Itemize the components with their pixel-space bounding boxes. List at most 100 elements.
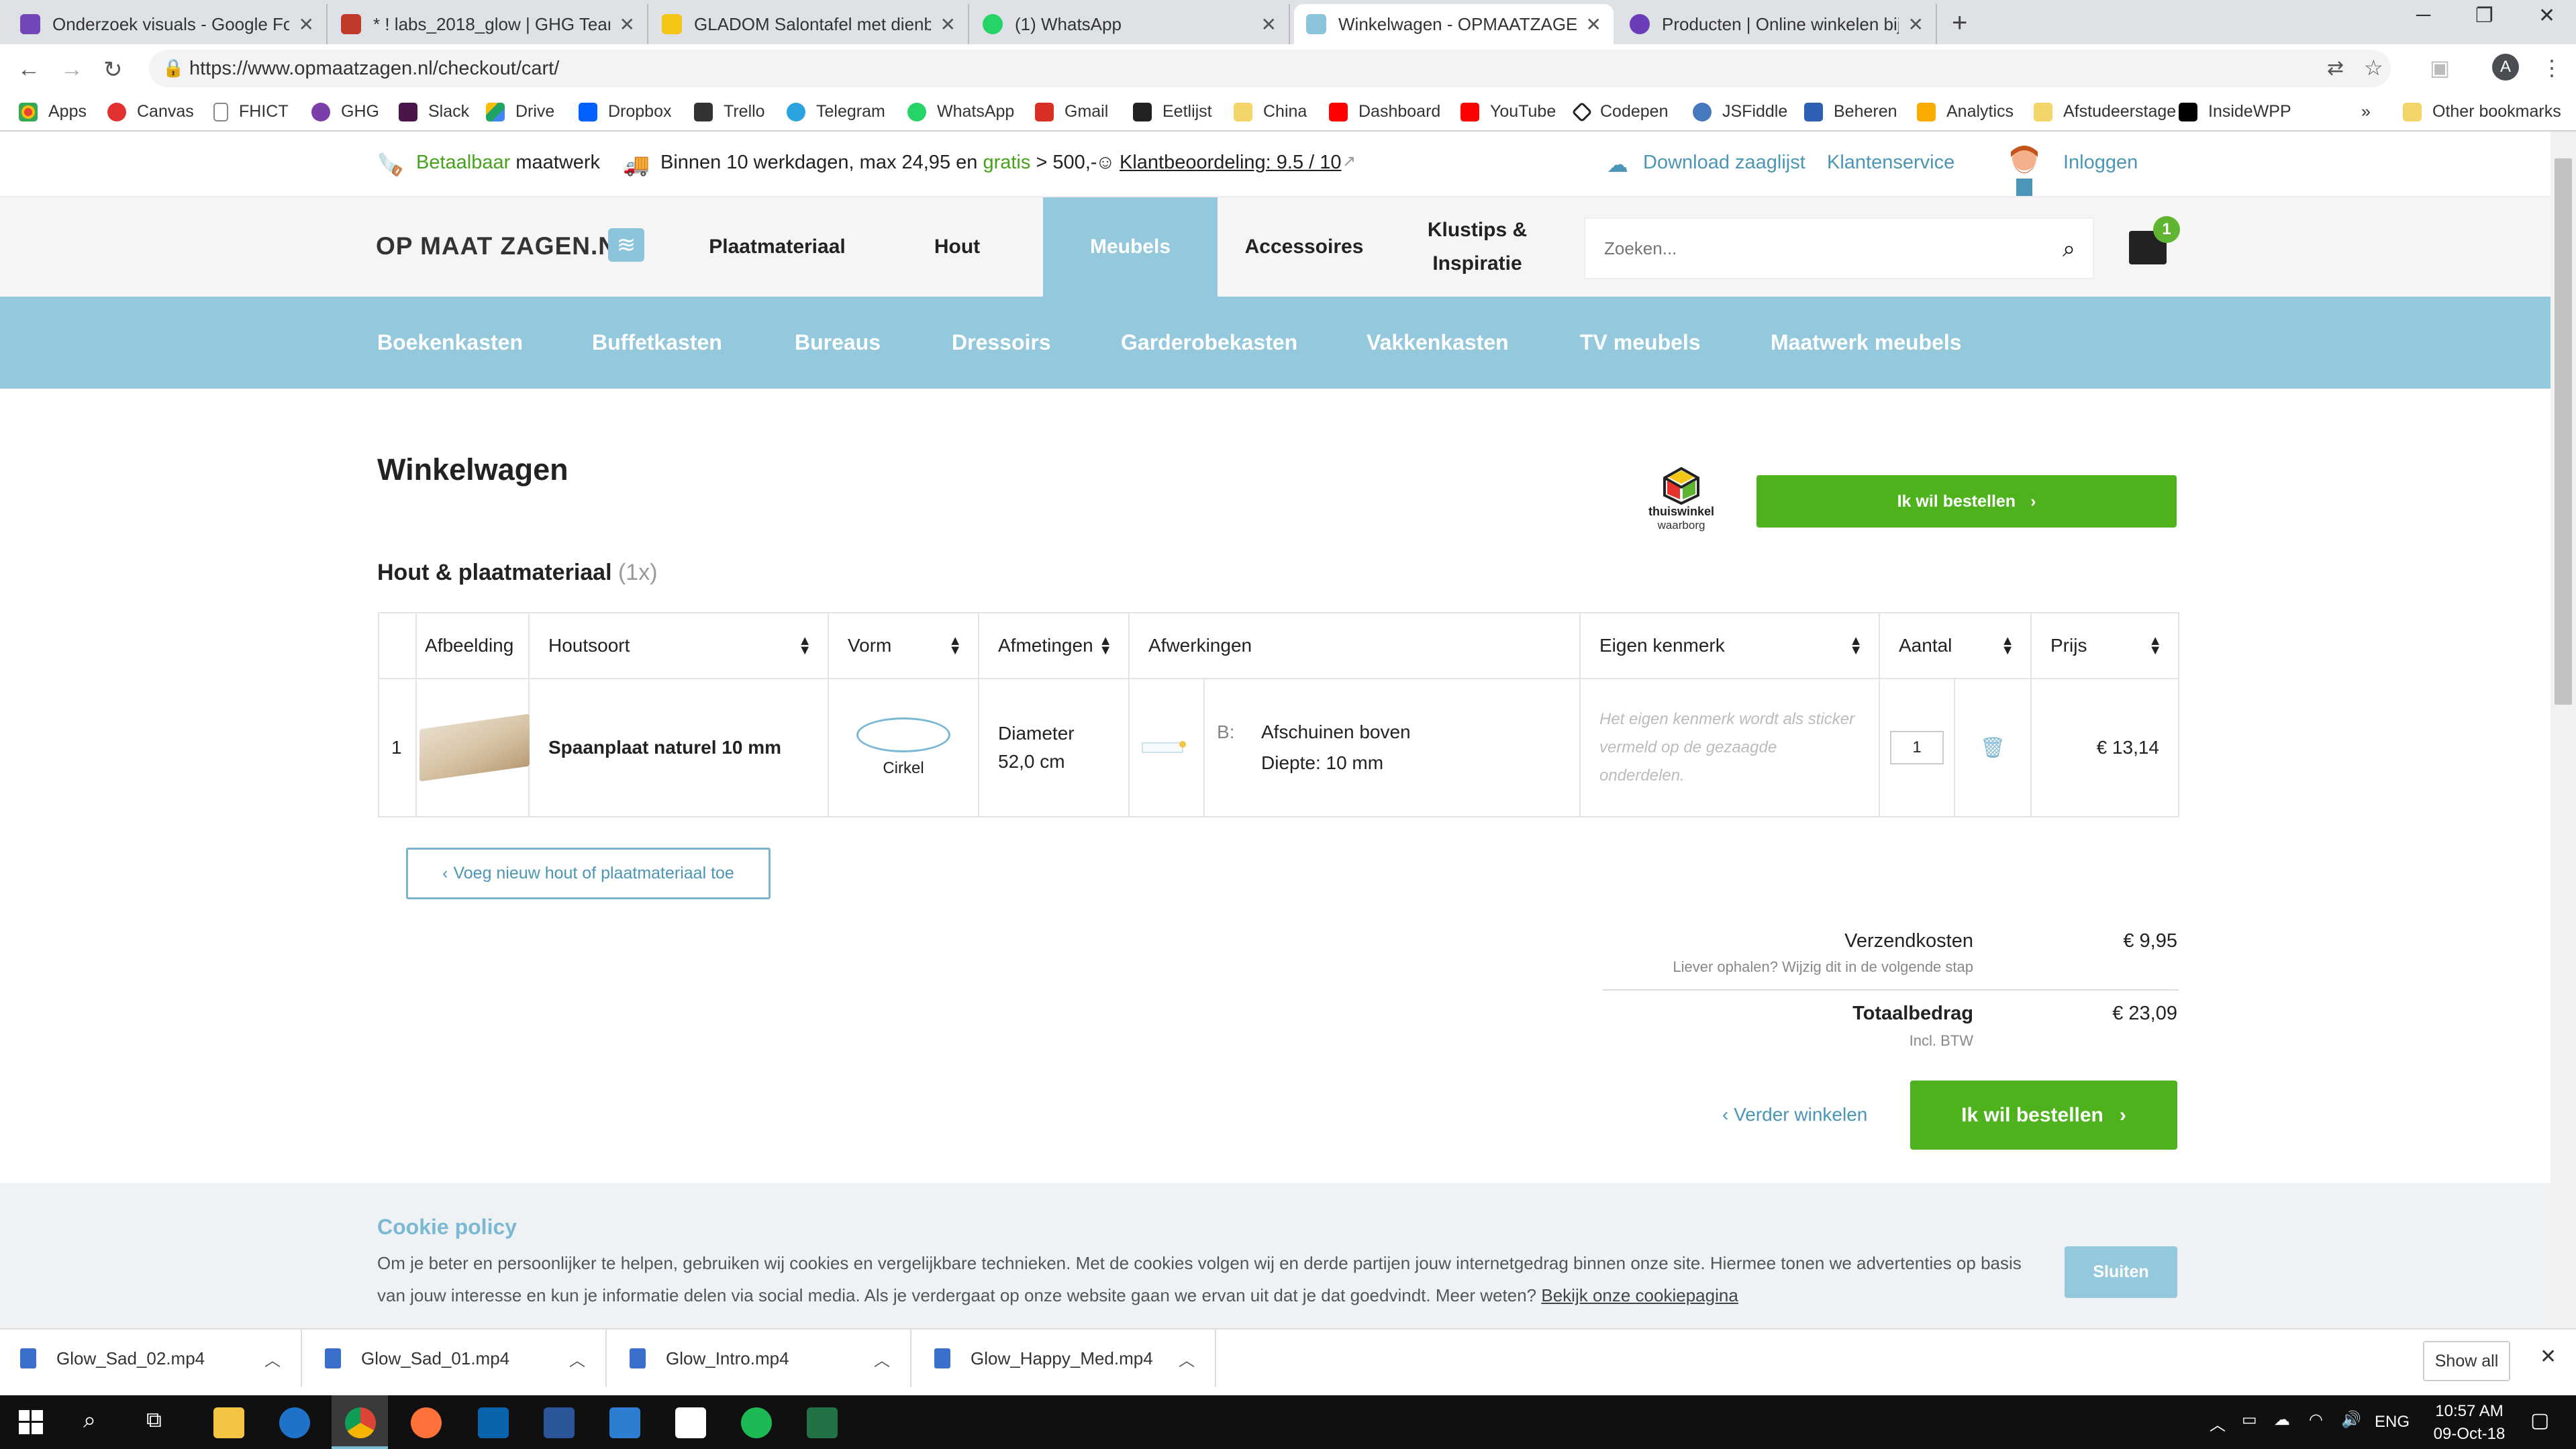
bookmark-item[interactable]: Apps <box>19 102 87 121</box>
sort-icon[interactable]: ▲ ▼ <box>2148 634 2162 657</box>
close-window-icon[interactable]: ✕ <box>2538 4 2555 28</box>
clock-date[interactable]: 09-Oct-18 <box>2426 1425 2513 1444</box>
browser-tab[interactable]: (1) WhatsApp ✕ <box>971 4 1290 44</box>
spotify-icon[interactable] <box>741 1407 772 1438</box>
volume-icon[interactable]: 🔊 <box>2341 1410 2361 1430</box>
bookmark-item[interactable]: GHG <box>311 102 379 121</box>
language-indicator[interactable]: ENG <box>2375 1413 2410 1432</box>
sort-icon[interactable]: ▲ ▼ <box>1849 634 1863 657</box>
extension-icon[interactable]: ▣ <box>2430 55 2450 81</box>
clock-time[interactable]: 10:57 AM <box>2426 1402 2513 1421</box>
excel-icon[interactable] <box>807 1407 838 1438</box>
reload-icon[interactable]: ↻ <box>103 56 123 83</box>
more-bookmarks-button[interactable]: » <box>2361 102 2371 121</box>
nav-hout[interactable]: Hout <box>870 197 1044 297</box>
download-zaaglijst-link[interactable]: Download zaaglijst <box>1643 152 1805 174</box>
bookmark-item[interactable]: Canvas <box>107 102 194 121</box>
subnav-maatwerk-meubels[interactable]: Maatwerk meubels <box>1771 330 1962 355</box>
column-header-eigen-kenmerk[interactable]: Eigen kenmerk ▲ ▼ <box>1579 612 1880 679</box>
subnav-bureaus[interactable]: Bureaus <box>795 330 881 355</box>
firefox-icon[interactable] <box>411 1407 442 1438</box>
column-header-vorm[interactable]: Vorm ▲ ▼ <box>828 612 979 679</box>
close-tab-icon[interactable]: ✕ <box>1908 13 1924 36</box>
bookmark-item[interactable]: Dropbox <box>579 102 672 121</box>
bookmark-item[interactable]: Beheren <box>1804 102 1897 121</box>
close-tab-icon[interactable]: ✕ <box>1586 13 1601 36</box>
notifications-icon[interactable]: ▢ <box>2530 1409 2549 1432</box>
column-header-afmetingen[interactable]: Afmetingen ▲ ▼ <box>978 612 1130 679</box>
chevron-up-icon[interactable]: ︿ <box>264 1347 281 1370</box>
browser-tab[interactable]: Producten | Online winkelen bij H ✕ <box>1618 4 1937 44</box>
bookmark-item[interactable]: Trello <box>694 102 765 121</box>
wifi-icon[interactable]: ◠ <box>2309 1410 2323 1430</box>
add-wood-button[interactable]: ‹ Voeg nieuw hout of plaatmateriaal toe <box>406 848 771 899</box>
bookmark-item[interactable]: FHICT <box>213 102 289 121</box>
battery-icon[interactable]: ▭ <box>2242 1410 2257 1430</box>
edge-icon[interactable] <box>279 1407 310 1438</box>
download-item[interactable]: Glow_Intro.mp4 ︿ <box>609 1330 911 1387</box>
address-bar[interactable]: 🔒 https://www.opmaatzagen.nl/checkout/ca… <box>149 50 2391 87</box>
eigen-kenmerk-placeholder[interactable]: Het eigen kenmerk wordt als sticker verm… <box>1599 705 1860 790</box>
subnav-boekenkasten[interactable]: Boekenkasten <box>377 330 523 355</box>
klantenservice-link[interactable]: Klantenservice <box>1827 152 1954 174</box>
menu-dots-icon[interactable]: ⋮ <box>2541 55 2563 81</box>
cookie-close-button[interactable]: Sluiten <box>2065 1246 2177 1298</box>
app-icon[interactable] <box>609 1407 640 1438</box>
translate-icon[interactable]: ⇄ <box>2327 56 2344 80</box>
bookmark-item[interactable]: Afstudeerstage <box>2034 102 2176 121</box>
bookmark-item[interactable]: Dashboard <box>1329 102 1440 121</box>
chrome-icon[interactable] <box>345 1407 376 1438</box>
bookmark-item[interactable]: WhatsApp <box>907 102 1014 121</box>
download-item[interactable]: Glow_Sad_02.mp4 ︿ <box>0 1330 302 1387</box>
sticky-notes-icon[interactable] <box>675 1407 706 1438</box>
nav-plaatmateriaal[interactable]: Plaatmateriaal <box>698 197 856 297</box>
subnav-garderobekasten[interactable]: Garderobekasten <box>1121 330 1297 355</box>
order-button-bottom[interactable]: Ik wil bestellen › <box>1910 1081 2177 1150</box>
subnav-buffetkasten[interactable]: Buffetkasten <box>592 330 722 355</box>
bookmark-item[interactable]: China <box>1234 102 1307 121</box>
other-bookmarks[interactable]: Other bookmarks <box>2403 102 2561 121</box>
search-input[interactable] <box>1585 219 2028 278</box>
column-header-houtsoort[interactable]: Houtsoort ▲ ▼ <box>528 612 829 679</box>
bookmark-star-icon[interactable]: ☆ <box>2364 55 2383 81</box>
continue-shopping-link[interactable]: ‹ Verder winkelen <box>1722 1104 1867 1126</box>
bookmark-item[interactable]: Analytics <box>1917 102 2014 121</box>
browser-tab[interactable]: * ! labs_2018_glow | GHG Teams ✕ <box>329 4 648 44</box>
quantity-input[interactable]: 1 <box>1890 731 1944 764</box>
column-header-aantal[interactable]: Aantal ▲ ▼ <box>1879 612 2032 679</box>
eigen-kenmerk-cell[interactable]: Het eigen kenmerk wordt als sticker verm… <box>1579 678 1880 817</box>
download-item[interactable]: Glow_Happy_Med.mp4 ︿ <box>914 1330 1216 1387</box>
sort-icon[interactable]: ▲ ▼ <box>948 634 962 657</box>
nav-meubels[interactable]: Meubels <box>1043 197 1218 297</box>
word-icon[interactable] <box>544 1407 575 1438</box>
login-link[interactable]: Inloggen <box>2063 152 2138 174</box>
forward-icon[interactable]: → <box>60 56 83 83</box>
bookmark-item[interactable]: Gmail <box>1035 102 1108 121</box>
site-logo[interactable]: OP MAAT ZAGEN.NL <box>376 232 633 260</box>
chevron-up-icon[interactable]: ︿ <box>2210 1411 2226 1435</box>
outlook-icon[interactable] <box>478 1407 509 1438</box>
bookmark-item[interactable]: Slack <box>399 102 469 121</box>
cookie-page-link[interactable]: Bekijk onze cookiepagina <box>1541 1285 1738 1305</box>
onedrive-icon[interactable]: ☁ <box>2274 1410 2290 1430</box>
download-item[interactable]: Glow_Sad_01.mp4 ︿ <box>305 1330 607 1387</box>
search-icon[interactable]: ⌕ <box>2063 236 2075 262</box>
subnav-vakkenkasten[interactable]: Vakkenkasten <box>1367 330 1509 355</box>
bookmark-item[interactable]: Eetlijst <box>1133 102 1212 121</box>
close-tab-icon[interactable]: ✕ <box>299 13 314 36</box>
task-view-icon[interactable]: ⧉ <box>146 1407 162 1433</box>
back-icon[interactable]: ← <box>17 56 40 83</box>
sort-icon[interactable]: ▲ ▼ <box>798 634 811 657</box>
column-header-prijs[interactable]: Prijs ▲ ▼ <box>2030 612 2179 679</box>
bookmark-item[interactable]: YouTube <box>1460 102 1556 121</box>
bookmark-item[interactable]: Codepen <box>1571 101 1668 123</box>
show-all-downloads-button[interactable]: Show all <box>2423 1341 2510 1381</box>
new-tab-icon[interactable]: + <box>1952 8 1967 38</box>
bookmark-item[interactable]: InsideWPP <box>2179 102 2291 121</box>
close-tab-icon[interactable]: ✕ <box>620 13 635 36</box>
bookmark-item[interactable]: Telegram <box>787 102 885 121</box>
minimize-icon[interactable]: ─ <box>2416 4 2430 27</box>
nav-accessoires[interactable]: Accessoires <box>1218 197 1391 297</box>
browser-tab-active[interactable]: Winkelwagen - OPMAATZAGEN.N ✕ <box>1294 4 1614 44</box>
chevron-up-icon[interactable]: ︿ <box>1179 1347 1195 1370</box>
